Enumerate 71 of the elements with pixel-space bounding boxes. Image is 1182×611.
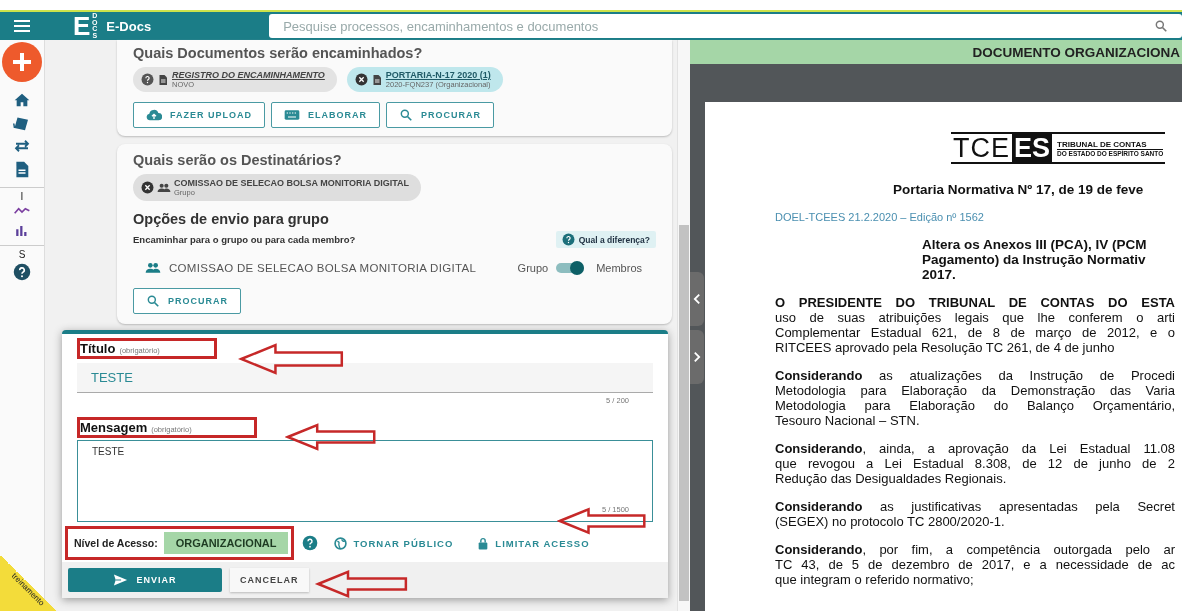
logo-letter: E [73,13,91,39]
line-chart-icon[interactable] [14,205,30,215]
document-paragraph: Considerando, ainda, a aprovação da Lei Estadual 11.08 que revogou a Lei Estadual 8.308, de 12 de junho de 2 Redução das Desigualdades Regionais. [775,441,1175,486]
group-name: COMISSAO DE SELECAO BOLSA MONITORIA DIGITAL [169,262,478,274]
app-name: E-Docs [106,18,152,34]
document-paragraph: Considerando, por fim, a competência outorgada pelo ar TC 43, de 5 de dezembro de 2017, e a necessidade de ac que integram o referido normativo; [775,542,1175,587]
search-icon [1154,19,1168,33]
keyboard-icon [284,109,300,121]
document-title: Portaria Normativa Nº 17, de 19 de feve [893,182,1145,197]
remove-icon[interactable] [354,73,368,86]
document-header: DOCUMENTO ORGANIZACIONA [690,40,1182,64]
logo-text: TCE [952,135,1011,161]
compose-button[interactable]: ELABORAR [271,102,380,128]
chevron-icon [693,292,701,306]
title-field[interactable]: TESTE [77,363,653,393]
recipient-name: COMISSAO DE SELECAO BOLSA MONITORIA DIGITAL [174,178,409,188]
section-label: S [0,245,44,260]
logo-name: TRIBUNAL DE CONTAS [1057,139,1148,149]
help-icon[interactable] [302,535,319,551]
make-public-button[interactable]: TORNAR PÚBLICO [326,536,462,550]
field-label: Título [80,341,116,356]
globe-icon[interactable] [334,536,348,550]
document-summary: Altera os Anexos III (PCA), IV (PCM Pagamento) da Instrução Normativ 2017. [922,237,1148,282]
book-icon[interactable] [13,116,31,131]
toggle-label: Membros [596,262,642,274]
access-label: Nível de Acesso: [74,537,158,549]
menu-icon[interactable] [14,20,30,32]
search-field[interactable]: Pesquise processos, encaminhamentos e documentos [269,14,1182,38]
cancel-button[interactable]: CANCELAR [230,568,309,592]
search-icon [399,108,413,122]
search-button[interactable]: PROCURAR [386,102,495,128]
send-icon [113,574,129,586]
restrict-access-button[interactable]: LIMITAR ACESSO [469,536,598,550]
logo-text: ES [1012,134,1053,162]
search-button[interactable]: PROCURAR [133,288,241,314]
send-button[interactable]: ENVIAR [68,568,222,592]
scrollbar-thumb[interactable] [679,225,689,601]
card-title: Quais Documentos serão encaminhados? [133,45,424,61]
section-title: Opções de envio para grupo [133,211,330,227]
expand-right-button[interactable] [690,330,704,384]
cloud-upload-icon [146,109,162,121]
file-icon[interactable] [15,161,29,178]
document-paragraph: O PRESIDENTE DO TRIBUNAL DE CONTAS DO ESTA uso de suas atribuições legais que lhe conferem o arti Complementar Estadual 621, de 8 de março de 2012, e o RITCEES aprovado pela Resolução TC 261, de 4 de junho [775,295,1175,355]
document-name[interactable]: REGISTRO DO ENCAMINHAMENTO [172,70,325,80]
swap-arrows-icon[interactable] [13,140,31,152]
lock-icon[interactable] [477,536,490,550]
field-label: Mensagem [80,420,148,435]
collapse-left-button[interactable] [690,272,704,326]
help-icon [141,73,154,86]
document-paragraph: Considerando as justificativas apresentadas pela Secret (SEGEX) no protocolo TC 2800/2020-1. [775,499,1175,529]
document-icon [157,73,169,86]
home-icon[interactable] [14,93,30,107]
bar-chart-icon[interactable] [15,224,29,236]
access-level: ORGANIZACIONAL [163,532,289,554]
section-label: I [0,187,44,202]
toggle-label: Grupo [517,262,549,274]
help-icon [561,233,575,246]
people-icon [145,260,161,276]
document-name[interactable]: PORTARIA-N-17 2020 (1) [385,70,491,80]
card-title: Quais serão os Destinatários? [133,152,343,168]
help-link[interactable]: Qual a diferença? [555,231,656,248]
add-button[interactable] [2,42,42,82]
upload-button[interactable]: FAZER UPLOAD [133,102,265,128]
document-paragraph: Considerando as atualizações da Instrução de Procedi Metodologia para Elaboração da Demonstração das Varia Metodologia para Elaboração do Balanço Orçamentário, Tesouro Nacional – STN. [775,368,1175,428]
question-text: Encaminhar para o grupo ou para cada membro? [133,234,356,245]
plus-icon [12,52,32,72]
search-icon [146,294,160,308]
chevron-icon [693,350,701,364]
edition-line: DOEL-TCEES 21.2.2020 – Edição nº 1562 [775,211,985,223]
remove-icon[interactable] [141,181,154,194]
help-icon[interactable] [13,263,31,281]
